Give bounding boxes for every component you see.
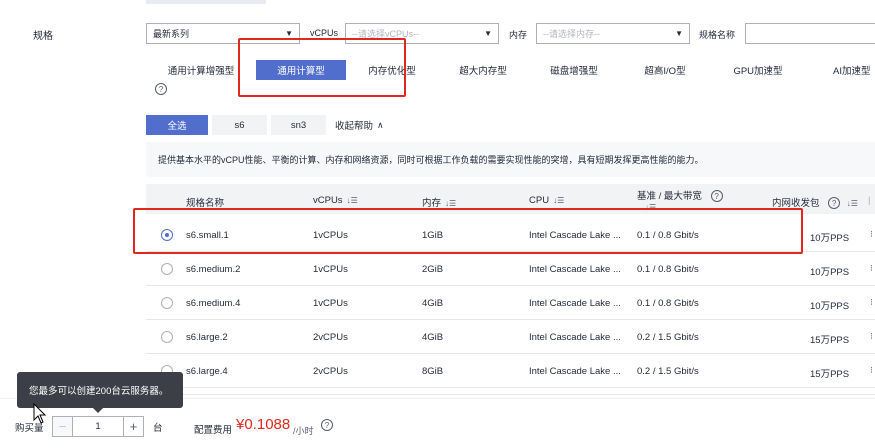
vcpu-filter-label: vCPUs xyxy=(310,28,339,38)
collapse-help-label: 收起帮助 xyxy=(335,121,374,132)
sort-icon[interactable]: ↓☰ xyxy=(847,199,858,208)
tab-ai[interactable]: AI加速型 xyxy=(806,60,875,80)
row-vcpus: 1vCPUs xyxy=(313,264,348,275)
row-pps: 10万PPS xyxy=(810,267,850,278)
row-memory: 4GiB xyxy=(422,332,444,343)
help-circle-icon[interactable]: ? xyxy=(710,190,723,203)
price-value: ¥0.1088 xyxy=(236,416,291,433)
subtab-s6[interactable]: s6 xyxy=(212,115,267,135)
highlight-box-row xyxy=(133,208,803,254)
row-pps: 15万PPS xyxy=(810,369,850,380)
header-vcpus[interactable]: vCPUs ↓☰ xyxy=(313,195,358,206)
series-subtabs: 全选 s6 sn3 xyxy=(146,115,326,135)
row-memory: 4GiB xyxy=(422,298,444,309)
tab-high-io[interactable]: 超高I/O型 xyxy=(620,60,710,80)
fee-label: 配置费用 xyxy=(194,425,233,436)
description-text: 提供基本水平的vCPU性能、平衡的计算、内存和网络资源，同时可根据工作负载的需要… xyxy=(158,155,704,165)
highlight-box-tab xyxy=(238,38,406,97)
tooltip-text: 您最多可以创建200台云服务器。 xyxy=(29,386,169,397)
description-box: 提供基本水平的vCPU性能、平衡的计算、内存和网络资源，同时可根据工作负载的需要… xyxy=(146,142,875,177)
memory-select[interactable]: --请选择内存-- ▼ xyxy=(536,23,690,44)
row-radio[interactable] xyxy=(161,297,173,309)
price-unit: /小时 xyxy=(293,426,314,436)
row-cpu: Intel Cascade Lake ... xyxy=(529,298,621,309)
sort-icon[interactable]: ↓☰ xyxy=(553,196,564,205)
help-circle-icon[interactable]: ? xyxy=(828,197,841,210)
table-row[interactable]: s6.medium.2 1vCPUs 2GiB Intel Cascade La… xyxy=(146,252,875,286)
row-bandwidth: 0.1 / 0.8 Gbit/s xyxy=(637,264,699,275)
header-memory[interactable]: 内存 ↓☰ xyxy=(422,195,456,209)
row-bandwidth: 0.1 / 0.8 Gbit/s xyxy=(637,298,699,309)
spec-name-input[interactable] xyxy=(745,23,875,44)
row-divider xyxy=(146,394,875,395)
row-radio[interactable] xyxy=(161,331,173,343)
caret-down-icon: ▼ xyxy=(285,29,293,38)
truncation-marker: ⁝ xyxy=(870,229,873,239)
chevron-up-icon: ∧ xyxy=(377,119,384,130)
row-vcpus: 2vCPUs xyxy=(313,366,348,377)
row-memory: 8GiB xyxy=(422,366,444,377)
help-circle-icon[interactable]: ? xyxy=(155,83,167,95)
row-name: s6.medium.4 xyxy=(186,298,241,309)
quantity-input[interactable]: 1 xyxy=(73,417,123,436)
tab-gpu[interactable]: GPU加速型 xyxy=(710,60,806,80)
memory-select-placeholder: --请选择内存-- xyxy=(543,29,600,39)
subtab-sn3[interactable]: sn3 xyxy=(271,115,326,135)
tab-large-memory[interactable]: 超大内存型 xyxy=(438,60,528,80)
row-bandwidth: 0.2 / 1.5 Gbit/s xyxy=(637,366,699,377)
row-pps: 15万PPS xyxy=(810,335,850,346)
table-row[interactable]: s6.large.2 2vCPUs 4GiB Intel Cascade Lak… xyxy=(146,320,875,354)
truncation-marker: ⁝ xyxy=(870,331,873,341)
sort-icon[interactable]: ↓☰ xyxy=(347,196,358,205)
row-pps: 10万PPS xyxy=(810,301,850,312)
truncation-marker: ⁝ xyxy=(870,365,873,375)
series-select-value: 最新系列 xyxy=(153,29,190,39)
row-name: s6.medium.2 xyxy=(186,264,241,275)
row-name: s6.large.4 xyxy=(186,366,228,377)
sort-icon[interactable]: ↓☰ xyxy=(445,199,456,208)
quantity-stepper[interactable]: − 1 + xyxy=(52,416,144,437)
row-cpu: Intel Cascade Lake ... xyxy=(529,332,621,343)
row-bandwidth: 0.2 / 1.5 Gbit/s xyxy=(637,332,699,343)
collapse-help-link[interactable]: 收起帮助 ∧ xyxy=(335,118,384,133)
header-scroll-edge: | xyxy=(868,195,871,206)
caret-down-icon: ▼ xyxy=(675,29,683,38)
increment-button[interactable]: + xyxy=(123,417,143,436)
row-vcpus: 1vCPUs xyxy=(313,298,348,309)
row-cpu: Intel Cascade Lake ... xyxy=(529,264,621,275)
table-row[interactable]: s6.medium.4 1vCPUs 4GiB Intel Cascade La… xyxy=(146,286,875,320)
row-name: s6.large.2 xyxy=(186,332,228,343)
quantity-unit: 台 xyxy=(153,423,163,434)
header-cpu-label: CPU xyxy=(529,195,550,206)
memory-filter-label: 内存 xyxy=(509,30,528,40)
truncation-marker: ⁝ xyxy=(870,297,873,307)
section-label: 规格 xyxy=(33,31,53,42)
spec-name-label: 规格名称 xyxy=(699,30,736,40)
mouse-pointer-icon xyxy=(33,402,47,428)
row-cpu: Intel Cascade Lake ... xyxy=(529,366,621,377)
truncation-marker: ⁝ xyxy=(870,263,873,273)
header-vcpus-label: vCPUs xyxy=(313,195,343,206)
help-circle-icon[interactable]: ? xyxy=(321,419,333,431)
row-pps: 10万PPS xyxy=(810,233,850,244)
table-row[interactable]: s6.large.4 2vCPUs 8GiB Intel Cascade Lak… xyxy=(146,354,875,388)
header-name: 规格名称 xyxy=(186,198,225,209)
row-memory: 2GiB xyxy=(422,264,444,275)
subtab-all[interactable]: 全选 xyxy=(146,115,208,135)
tab-disk-enhanced[interactable]: 磁盘增强型 xyxy=(528,60,620,80)
top-strip xyxy=(146,0,266,4)
row-vcpus: 2vCPUs xyxy=(313,332,348,343)
table-row-partial xyxy=(146,388,875,398)
caret-down-icon: ▼ xyxy=(484,29,492,38)
row-radio[interactable] xyxy=(161,263,173,275)
decrement-button[interactable]: − xyxy=(53,417,73,436)
header-cpu[interactable]: CPU ↓☰ xyxy=(529,195,564,206)
header-bandwidth-label: 基准 / 最大带宽 xyxy=(637,191,702,202)
